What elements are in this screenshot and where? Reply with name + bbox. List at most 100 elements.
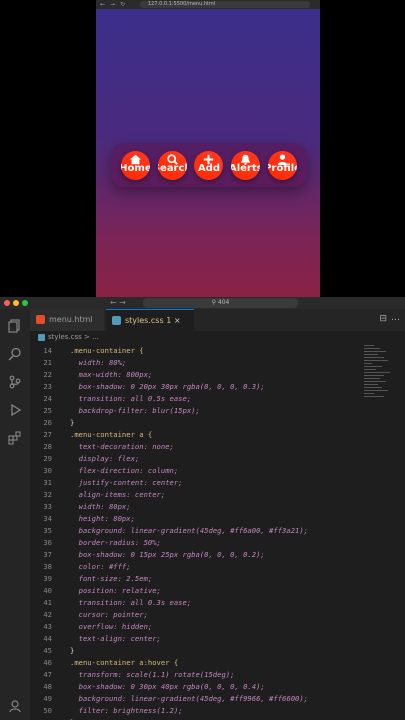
code-line[interactable]: 21 width: 80%; — [30, 357, 360, 369]
search-icon[interactable] — [8, 347, 22, 361]
editor-tabs: menu.html styles.css 1 × ⊟ … — [30, 309, 405, 331]
menu-item-add[interactable]: Add — [194, 150, 224, 180]
code-line[interactable]: 31 justify-content: center; — [30, 477, 360, 489]
minimap-line — [364, 387, 382, 388]
minimap-line — [364, 345, 374, 346]
code-text: box-shadow: 0 15px 25px rgba(0, 0, 0, 0.… — [70, 550, 265, 559]
line-number: 33 — [43, 502, 52, 511]
line-number: 30 — [43, 466, 52, 475]
minimize-window-icon[interactable] — [13, 300, 19, 306]
close-tab-icon[interactable]: × — [174, 316, 181, 325]
code-line[interactable]: 42 cursor: pointer; — [30, 609, 360, 621]
line-number: 28 — [43, 442, 52, 451]
code-line[interactable]: 25 backdrop-filter: blur(15px); — [30, 405, 360, 417]
code-line[interactable]: 14 .menu-container { — [30, 345, 360, 357]
code-line[interactable]: 37 box-shadow: 0 15px 25px rgba(0, 0, 0,… — [30, 549, 360, 561]
code-text: align-items: center; — [70, 490, 166, 499]
code-text: width: 80%; — [70, 358, 127, 367]
code-line[interactable]: 43 overflow: hidden; — [30, 621, 360, 633]
code-line[interactable]: 39 font-size: 2.5em; — [30, 573, 360, 585]
code-line[interactable]: 41 transition: all 0.3s ease; — [30, 597, 360, 609]
tab-styles-css[interactable]: styles.css 1 × — [106, 309, 194, 331]
code-line[interactable]: 40 position: relative; — [30, 585, 360, 597]
forward-icon[interactable]: → — [110, 0, 115, 9]
code-text: position: relative; — [70, 586, 161, 595]
minimap-line — [364, 348, 380, 349]
code-line[interactable]: 46 .menu-container a:hover { — [30, 657, 360, 669]
code-line[interactable]: 45} — [30, 645, 360, 657]
line-number: 21 — [43, 358, 52, 367]
code-line[interactable]: 28 text-decoration: none; — [30, 441, 360, 453]
code-line[interactable]: 29 display: flex; — [30, 453, 360, 465]
code-area[interactable]: 14 .menu-container {21 width: 80%; 22 max-… — [30, 345, 360, 720]
search-text: 404 — [217, 299, 230, 306]
back-icon[interactable]: ← — [100, 0, 105, 9]
code-text: transition: all 0.5s ease; — [70, 394, 192, 403]
line-number: 34 — [43, 514, 52, 523]
minimap-line — [364, 390, 388, 391]
tab-menu-html[interactable]: menu.html — [30, 309, 104, 331]
code-line[interactable]: 38 color: #fff; — [30, 561, 360, 573]
line-number: 31 — [43, 478, 52, 487]
account-icon[interactable] — [8, 699, 22, 713]
code-line[interactable]: 48 box-shadow: 0 30px 40px rgba(0, 0, 0,… — [30, 681, 360, 693]
menu-item-label: Home — [120, 163, 150, 174]
code-text: background: linear-gradient(45deg, #ff6a… — [70, 526, 308, 535]
line-number: 47 — [43, 670, 52, 679]
address-bar[interactable]: 127.0.0.1:5500/menu.html — [140, 1, 310, 8]
code-text: filter: brightness(1.2); — [70, 706, 183, 715]
code-line[interactable]: 44 text-align: center; — [30, 633, 360, 645]
menu-item-search[interactable]: Search — [157, 150, 187, 180]
code-text: transform: scale(1.1) rotate(15deg); — [70, 670, 235, 679]
menu-item-alerts[interactable]: Alerts — [231, 150, 261, 180]
explorer-icon[interactable] — [8, 319, 22, 333]
code-line[interactable]: 50 filter: brightness(1.2); — [30, 705, 360, 717]
code-line[interactable]: 26} — [30, 417, 360, 429]
extensions-icon[interactable] — [8, 431, 22, 445]
menu-item-home[interactable]: Home — [120, 150, 150, 180]
line-number: 32 — [43, 490, 52, 499]
code-text: .menu-container { — [70, 346, 144, 355]
line-number: 43 — [43, 622, 52, 631]
code-line[interactable]: 32 align-items: center; — [30, 489, 360, 501]
split-editor-icon[interactable]: ⊟ — [379, 314, 387, 324]
code-line[interactable]: 27 .menu-container a { — [30, 429, 360, 441]
code-line[interactable]: 22 max-width: 800px; — [30, 369, 360, 381]
minimap[interactable] — [362, 345, 400, 405]
page-viewport: Home Search Add Alerts Profile — [96, 9, 320, 297]
line-number: 50 — [43, 706, 52, 715]
code-line[interactable]: 34 height: 80px; — [30, 513, 360, 525]
code-line[interactable]: 36 border-radius: 50%; — [30, 537, 360, 549]
menu-item-profile[interactable]: Profile — [268, 150, 298, 180]
line-number: 24 — [43, 394, 52, 403]
command-search[interactable]: ⚲ 404 — [143, 298, 298, 308]
run-debug-icon[interactable] — [8, 403, 22, 417]
tab-label: menu.html — [49, 315, 93, 324]
reload-icon[interactable]: ↻ — [120, 0, 125, 9]
code-line[interactable]: 24 transition: all 0.5s ease; — [30, 393, 360, 405]
back-icon[interactable]: ← → — [110, 297, 126, 309]
maximize-window-icon[interactable] — [22, 300, 28, 306]
code-text: } — [70, 418, 75, 427]
code-text: } — [70, 646, 75, 655]
close-window-icon[interactable] — [4, 300, 10, 306]
line-number: 41 — [43, 598, 52, 607]
line-number: 44 — [43, 634, 52, 643]
tab-label: styles.css — [125, 316, 164, 325]
breadcrumb[interactable]: styles.css > ... — [30, 331, 405, 343]
source-control-icon[interactable] — [8, 375, 22, 389]
code-line[interactable]: 35 background: linear-gradient(45deg, #f… — [30, 525, 360, 537]
code-line[interactable]: 23 box-shadow: 0 20px 30px rgba(0, 0, 0,… — [30, 381, 360, 393]
line-number: 45 — [43, 646, 52, 655]
code-text: max-width: 800px; — [70, 370, 153, 379]
minimap-line — [364, 354, 378, 355]
code-line[interactable]: 30 flex-direction: column; — [30, 465, 360, 477]
line-number: 37 — [43, 550, 52, 559]
code-line[interactable]: 49 background: linear-gradient(45deg, #f… — [30, 693, 360, 705]
minimap-line — [364, 393, 374, 394]
browser-window: ← → ↻ 127.0.0.1:5500/menu.html Home Sear… — [96, 0, 320, 297]
html-file-icon — [36, 315, 45, 324]
code-line[interactable]: 47 transform: scale(1.1) rotate(15deg); — [30, 669, 360, 681]
more-actions-icon[interactable]: … — [391, 313, 400, 323]
code-line[interactable]: 33 width: 80px; — [30, 501, 360, 513]
